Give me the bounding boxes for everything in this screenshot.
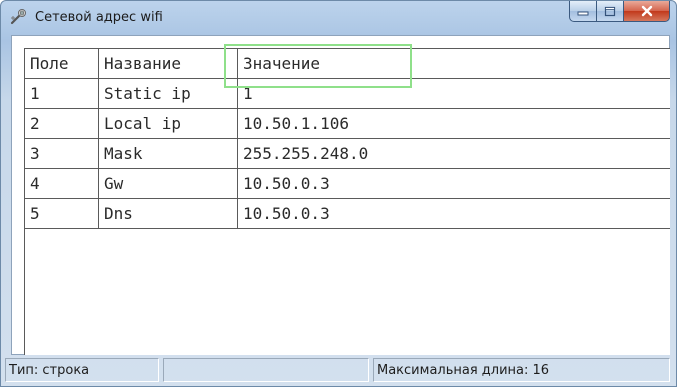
- name-cell: Dns: [99, 199, 238, 229]
- app-window: Сетевой адрес wifi Поле Название Значени…: [0, 0, 677, 387]
- status-bar: Тип: строка Максимальная длина: 16: [1, 358, 676, 384]
- close-button[interactable]: [624, 1, 670, 22]
- name-cell: Gw: [99, 169, 238, 199]
- title-bar[interactable]: Сетевой адрес wifi: [1, 1, 676, 35]
- minimize-button[interactable]: [569, 1, 597, 22]
- value-cell[interactable]: 255.255.248.0: [238, 139, 670, 169]
- table-row[interactable]: 1 Static ip 1: [25, 79, 670, 109]
- value-cell[interactable]: 10.50.0.3: [238, 169, 670, 199]
- field-cell: 2: [25, 109, 99, 139]
- data-grid[interactable]: Поле Название Значение 1 Static ip 1 2 L…: [24, 48, 670, 355]
- name-cell: Static ip: [99, 79, 238, 109]
- maximize-button[interactable]: [597, 1, 624, 22]
- minimize-icon: [577, 11, 589, 16]
- header-row: Поле Название Значение: [25, 49, 670, 79]
- close-icon: [641, 5, 652, 17]
- table-row[interactable]: 2 Local ip 10.50.1.106: [25, 109, 670, 139]
- table-row[interactable]: 3 Mask 255.255.248.0: [25, 139, 670, 169]
- status-type: Тип: строка: [5, 358, 159, 382]
- field-cell: 3: [25, 139, 99, 169]
- column-header-field[interactable]: Поле: [25, 49, 99, 79]
- window-title: Сетевой адрес wifi: [35, 10, 163, 25]
- column-header-value[interactable]: Значение: [238, 49, 670, 79]
- name-cell: Local ip: [99, 109, 238, 139]
- network-wand-icon: [10, 9, 26, 25]
- table-row[interactable]: 5 Dns 10.50.0.3: [25, 199, 670, 229]
- caption-buttons: [569, 1, 670, 23]
- field-cell: 4: [25, 169, 99, 199]
- status-middle: [163, 358, 369, 382]
- field-cell: 5: [25, 199, 99, 229]
- column-header-name[interactable]: Название: [99, 49, 238, 79]
- field-cell: 1: [25, 79, 99, 109]
- table-row[interactable]: 4 Gw 10.50.0.3: [25, 169, 670, 199]
- maximize-icon: [604, 6, 616, 16]
- value-cell[interactable]: 10.50.0.3: [238, 199, 670, 229]
- value-cell[interactable]: 10.50.1.106: [238, 109, 670, 139]
- name-cell: Mask: [99, 139, 238, 169]
- value-cell[interactable]: 1: [238, 79, 670, 109]
- window-client-area: Поле Название Значение 1 Static ip 1 2 L…: [11, 35, 670, 355]
- status-max-length: Максимальная длина: 16: [373, 358, 670, 382]
